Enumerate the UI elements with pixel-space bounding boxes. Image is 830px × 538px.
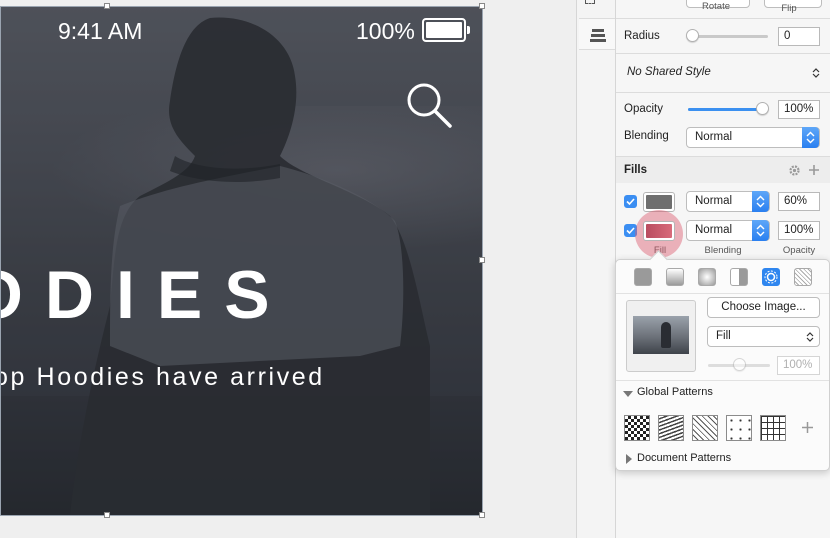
linear-gradient-icon[interactable] [666, 268, 684, 286]
chevron-updown-icon [806, 332, 814, 342]
artboard-image[interactable]: 9:41 AM 100% ODIES op Hoodies have arriv… [0, 6, 482, 515]
opacity-label: Opacity [624, 103, 663, 115]
fill-popover: Choose Image... Fill 100% Global Pattern… [615, 259, 830, 471]
resize-handle[interactable] [479, 257, 485, 263]
fill-1-swatch[interactable] [643, 192, 675, 212]
radial-gradient-icon[interactable] [698, 268, 716, 286]
fill-2-blend-value: Normal [695, 224, 733, 236]
divider [616, 92, 830, 93]
radius-slider-knob[interactable] [686, 29, 699, 42]
preview-photo [633, 316, 689, 354]
fills-title: Fills [624, 164, 648, 176]
opacity-column-label: Opacity [782, 245, 816, 256]
status-time: 9:41 AM [58, 18, 143, 44]
stack-icon [590, 29, 606, 42]
image-preview[interactable] [626, 300, 696, 372]
status-battery-percent: 100% [356, 18, 415, 44]
inspector-tab-strip [576, 0, 616, 538]
shared-style-value: No Shared Style [627, 66, 711, 78]
selection-icon[interactable] [585, 0, 595, 4]
noise-fill-icon[interactable] [794, 268, 812, 286]
fill-1-checkbox[interactable] [624, 195, 637, 208]
fill-2-swatch[interactable] [643, 221, 675, 241]
chevron-updown-icon [802, 127, 819, 148]
chevron-updown-icon [752, 191, 769, 212]
blending-label: Blending [624, 130, 669, 142]
divider [616, 18, 830, 19]
flip-label: Flip [781, 3, 797, 14]
resize-handle[interactable] [104, 512, 110, 518]
divider [616, 380, 829, 381]
angular-gradient-icon[interactable] [730, 268, 748, 286]
subline-text: op Hoodies have arrived [0, 363, 325, 391]
layer-style-tab[interactable] [579, 18, 615, 50]
divider [616, 293, 829, 294]
add-pattern-icon[interactable] [801, 421, 814, 434]
shared-style-select[interactable]: No Shared Style [616, 59, 828, 87]
gear-icon[interactable] [788, 164, 801, 177]
resize-handle[interactable] [479, 512, 485, 518]
pattern-dots[interactable] [726, 415, 752, 441]
resize-handle[interactable] [104, 3, 110, 9]
radius-field[interactable]: 0 [778, 27, 820, 46]
tile-scale-field[interactable]: 100% [777, 356, 820, 375]
radius-label: Radius [624, 30, 660, 42]
blending-select[interactable]: Normal [686, 127, 820, 148]
global-patterns-label[interactable]: Global Patterns [637, 386, 713, 398]
opacity-field[interactable]: 100% [778, 100, 820, 119]
pattern-checker[interactable] [624, 415, 650, 441]
fill-mode-value: Fill [716, 330, 731, 342]
blending-value: Normal [695, 131, 733, 143]
divider [616, 53, 830, 54]
pattern-grid[interactable] [760, 415, 786, 441]
fill-1-opacity-field[interactable]: 60% [778, 192, 820, 211]
add-fill-icon[interactable] [808, 164, 820, 176]
resize-handle[interactable] [479, 3, 485, 9]
pattern-diagonal[interactable] [692, 415, 718, 441]
fill-2-blend-select[interactable]: Normal [686, 220, 770, 241]
opacity-slider-fill [688, 108, 762, 111]
canvas[interactable]: 9:41 AM 100% ODIES op Hoodies have arriv… [0, 0, 576, 538]
rotate-label: Rotate [702, 1, 730, 12]
disclosure-right-icon[interactable] [625, 454, 632, 464]
search-icon [407, 83, 452, 128]
fill-1-blend-select[interactable]: Normal [686, 191, 770, 212]
tile-scale-knob[interactable] [733, 358, 746, 371]
opacity-slider-knob[interactable] [756, 102, 769, 115]
solid-fill-icon[interactable] [634, 268, 652, 286]
battery-icon [422, 18, 470, 42]
pattern-fill-icon[interactable] [762, 268, 780, 286]
document-patterns-label[interactable]: Document Patterns [637, 452, 731, 464]
chevron-updown-icon [812, 68, 820, 78]
fill-mode-select[interactable]: Fill [707, 326, 820, 347]
chevron-updown-icon [752, 220, 769, 241]
pattern-waves[interactable] [658, 415, 684, 441]
blending-column-label: Blending [704, 245, 742, 256]
headline-text: ODIES [0, 257, 292, 333]
fill-1-blend-value: Normal [695, 195, 733, 207]
choose-image-button[interactable]: Choose Image... [707, 297, 820, 318]
disclosure-down-icon[interactable] [623, 390, 633, 398]
fill-2-opacity-field[interactable]: 100% [778, 221, 820, 240]
radius-slider[interactable] [692, 35, 768, 38]
